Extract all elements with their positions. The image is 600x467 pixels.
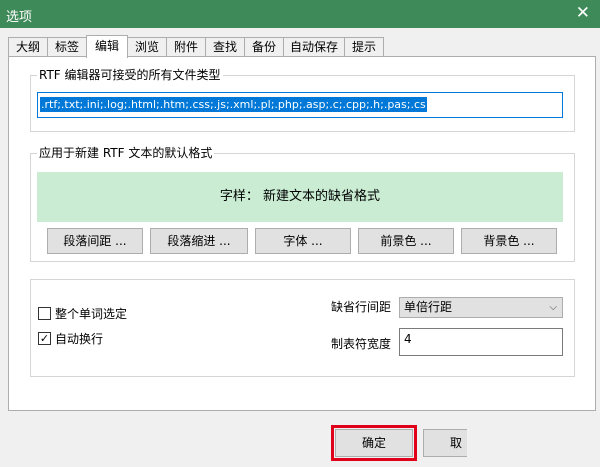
file-types-value: .rtf;.txt;.ini;.log;.html;.htm;.css;.js;… — [40, 97, 427, 112]
tab-tags[interactable]: 标签 — [47, 37, 87, 56]
file-types-input[interactable]: .rtf;.txt;.ini;.log;.html;.htm;.css;.js;… — [37, 92, 563, 118]
paragraph-spacing-button[interactable]: 段落间距 ... — [47, 228, 143, 254]
window-title: 选项 — [6, 10, 33, 25]
tab-backup[interactable]: 备份 — [244, 37, 284, 56]
default-format-label: 应用于新建 RTF 文本的默认格式 — [37, 146, 215, 160]
word-wrap-label: 自动换行 — [55, 332, 104, 346]
line-spacing-label: 缺省行间距 — [331, 300, 392, 314]
title-bar: 选项 ✕ — [0, 0, 600, 28]
tab-width-label: 制表符宽度 — [331, 337, 392, 351]
whole-word-label: 整个单词选定 — [55, 307, 128, 321]
line-spacing-value: 单倍行距 — [404, 300, 453, 314]
tab-find[interactable]: 查找 — [205, 37, 245, 56]
cancel-label: 取 — [450, 436, 463, 450]
format-preview: 字样： 新建文本的缺省格式 — [37, 172, 563, 222]
tab-tips[interactable]: 提示 — [344, 37, 384, 56]
tab-autosave[interactable]: 自动保存 — [283, 37, 345, 56]
options-group: 整个单词选定 ✓ 自动换行 缺省行间距 单倍行距 ⌵ 制表符宽度 4 — [30, 279, 575, 377]
line-spacing-select[interactable]: 单倍行距 ⌵ — [399, 297, 563, 318]
file-types-label: RTF 编辑器可接受的所有文件类型 — [37, 68, 223, 82]
font-button[interactable]: 字体 ... — [255, 228, 351, 254]
tab-width-value: 4 — [404, 332, 412, 346]
cancel-button[interactable]: 取 — [423, 429, 467, 457]
paragraph-indent-button[interactable]: 段落缩进 ... — [150, 228, 248, 254]
background-color-button[interactable]: 背景色 ... — [461, 228, 557, 254]
tab-panel-edit: RTF 编辑器可接受的所有文件类型 .rtf;.txt;.ini;.log;.h… — [8, 56, 596, 411]
foreground-color-button[interactable]: 前景色 ... — [358, 228, 454, 254]
tab-edit[interactable]: 编辑 — [86, 35, 128, 58]
tab-outline[interactable]: 大纲 — [8, 37, 48, 56]
word-wrap-checkbox[interactable]: ✓ — [38, 332, 51, 345]
chevron-down-icon: ⌵ — [549, 302, 557, 313]
tab-browse[interactable]: 浏览 — [127, 37, 167, 56]
file-types-group: RTF 编辑器可接受的所有文件类型 .rtf;.txt;.ini;.log;.h… — [30, 68, 575, 132]
checkmark-icon: ✓ — [39, 332, 50, 345]
tab-attachments[interactable]: 附件 — [166, 37, 206, 56]
close-icon[interactable]: ✕ — [576, 3, 590, 23]
default-format-group: 应用于新建 RTF 文本的默认格式 字样： 新建文本的缺省格式 段落间距 ...… — [30, 146, 575, 262]
whole-word-checkbox[interactable] — [38, 307, 51, 320]
highlight-box — [331, 425, 417, 461]
tab-width-input[interactable]: 4 — [399, 328, 563, 356]
